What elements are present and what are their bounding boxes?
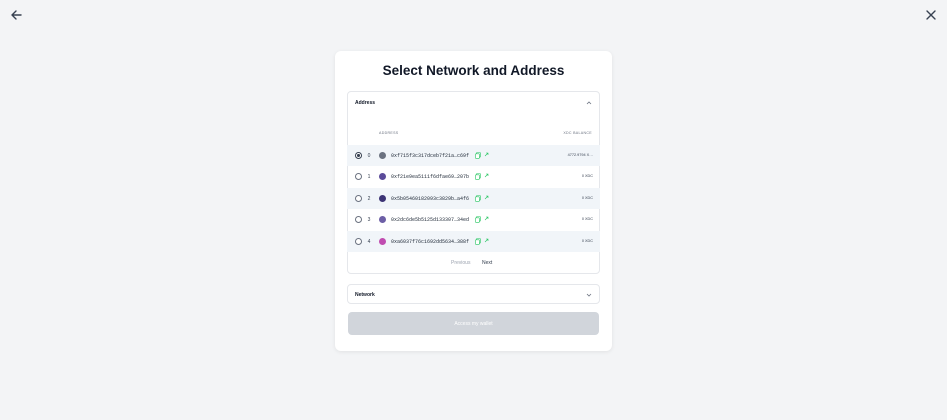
- address-text: 0xf715f3c317dceb7f21a…c69f: [391, 152, 470, 159]
- address-text: 0xa6037f76c1692dd5634…388f: [391, 238, 470, 245]
- address-row[interactable]: 4 0xa6037f76c1692dd5634…388f 0 XDC: [347, 231, 600, 252]
- external-link-icon[interactable]: [484, 216, 489, 221]
- copy-icon[interactable]: [475, 173, 481, 180]
- network-accordion: Network: [347, 284, 600, 304]
- address-balance: 0 XDC: [581, 196, 593, 200]
- modal-title: Select Network and Address: [382, 63, 565, 78]
- address-balance: 0 XDC: [581, 174, 593, 178]
- address-index: 1: [367, 174, 371, 180]
- network-accordion-header[interactable]: Network: [348, 285, 599, 307]
- external-link-icon[interactable]: [484, 238, 489, 243]
- copy-icon[interactable]: [475, 152, 481, 159]
- address-radio[interactable]: [355, 173, 362, 180]
- network-accordion-label: Network: [355, 292, 375, 298]
- address-balance: 4772.9794 X…: [567, 153, 593, 157]
- address-index: 3: [367, 217, 371, 223]
- address-index: 2: [367, 196, 371, 202]
- network-address-modal: Select Network and Address Address ADDRE…: [335, 51, 612, 351]
- external-link-icon[interactable]: [484, 195, 489, 200]
- address-avatar: [379, 152, 386, 159]
- chevron-down-icon: [586, 293, 592, 297]
- address-radio[interactable]: [355, 238, 362, 245]
- address-row[interactable]: 3 0x2dc6de5b5125d133307…34ed 0 XDC: [347, 209, 600, 230]
- address-text: 0x5b05460182093c3829b…a4f6: [391, 195, 470, 202]
- address-avatar: [379, 195, 386, 202]
- address-avatar: [379, 216, 386, 223]
- address-accordion-header[interactable]: Address: [348, 92, 599, 114]
- address-text: 0xf21e9ea5111f6dfae69…207b: [391, 173, 470, 180]
- copy-icon[interactable]: [475, 238, 481, 245]
- address-row[interactable]: 0 0xf715f3c317dceb7f21a…c69f 4772.9794 X…: [347, 145, 600, 166]
- address-balance: 0 XDC: [581, 217, 593, 221]
- address-column-header: ADDRESS: [379, 131, 399, 135]
- chevron-up-icon: [586, 101, 592, 105]
- address-row[interactable]: 1 0xf21e9ea5111f6dfae69…207b 0 XDC: [347, 166, 600, 187]
- address-index: 4: [367, 239, 371, 245]
- address-accordion-label: Address: [355, 100, 376, 106]
- next-page-button[interactable]: Next: [482, 260, 492, 266]
- address-radio[interactable]: [355, 216, 362, 223]
- address-radio[interactable]: [355, 195, 362, 202]
- balance-column-header: XDC BALANCE: [563, 131, 592, 135]
- previous-page-button[interactable]: Previous: [451, 260, 470, 266]
- copy-icon[interactable]: [475, 195, 481, 202]
- address-text: 0x2dc6de5b5125d133307…34ed: [391, 216, 470, 223]
- address-avatar: [379, 238, 386, 245]
- external-link-icon[interactable]: [484, 152, 489, 157]
- back-arrow-icon[interactable]: [9, 8, 23, 22]
- external-link-icon[interactable]: [484, 173, 489, 178]
- address-avatar: [379, 173, 386, 180]
- access-wallet-button[interactable]: Access my wallet: [348, 312, 599, 335]
- copy-icon[interactable]: [475, 216, 481, 223]
- close-icon[interactable]: [924, 8, 938, 22]
- address-row[interactable]: 2 0x5b05460182093c3829b…a4f6 0 XDC: [347, 188, 600, 209]
- address-balance: 0 XDC: [581, 239, 593, 243]
- address-index: 0: [367, 153, 371, 159]
- address-radio[interactable]: [355, 152, 362, 159]
